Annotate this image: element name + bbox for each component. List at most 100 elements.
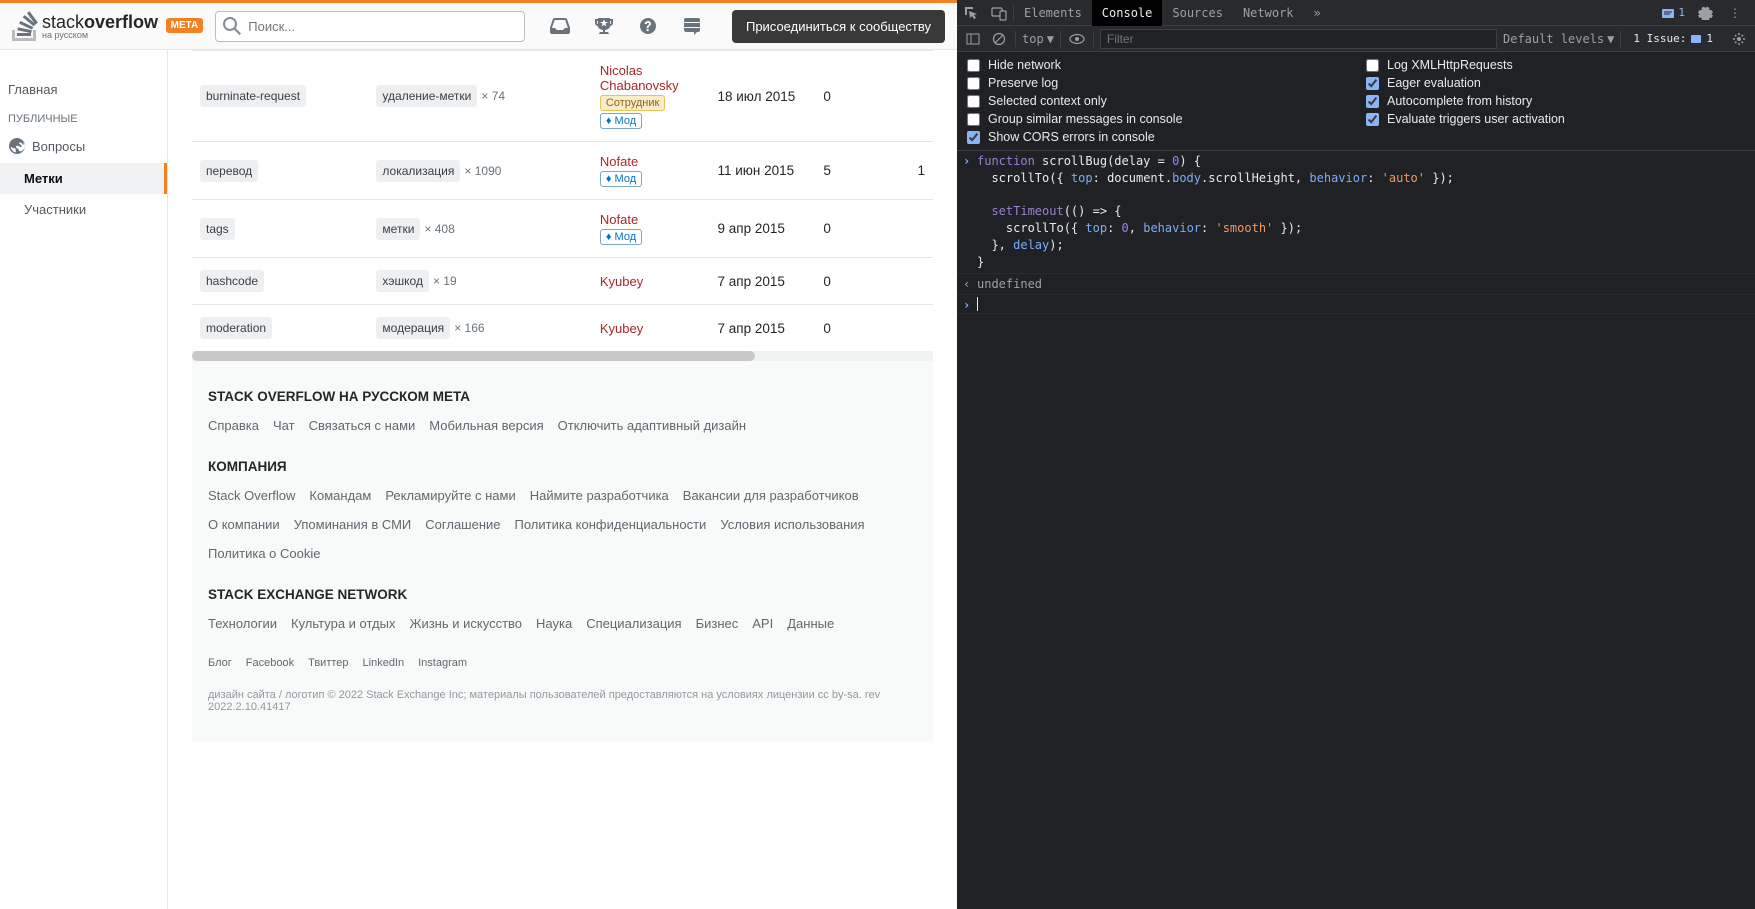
nav-home[interactable]: Главная	[0, 74, 167, 105]
user-link[interactable]: Nofate	[600, 154, 638, 169]
user-link[interactable]: Kyubey	[600, 274, 643, 289]
settings-gear-icon[interactable]	[1729, 29, 1749, 49]
context-select[interactable]: top ▼	[1022, 32, 1054, 46]
target-tag[interactable]: локализация	[376, 160, 460, 182]
footer-link[interactable]: Instagram	[418, 657, 467, 669]
issues-badge[interactable]: 1	[1657, 6, 1689, 20]
devtools-tab-network[interactable]: Network	[1233, 0, 1304, 26]
target-tag[interactable]: модерация	[376, 317, 450, 339]
source-tag[interactable]: перевод	[200, 160, 258, 182]
footer-link[interactable]: Мобильная версия	[429, 418, 543, 433]
setting-checkbox[interactable]: Log XMLHttpRequests	[1366, 58, 1745, 72]
sidebar-toggle-icon[interactable]	[963, 29, 983, 49]
setting-checkbox[interactable]: Selected context only	[967, 94, 1346, 108]
footer-link[interactable]: Рекламируйте с нами	[385, 488, 515, 503]
setting-checkbox[interactable]: Hide network	[967, 58, 1346, 72]
stackexchange-icon[interactable]	[672, 8, 712, 44]
setting-checkbox[interactable]: Show CORS errors in console	[967, 130, 1346, 144]
nav-users[interactable]: Участники	[0, 194, 167, 225]
footer-link[interactable]: Чат	[273, 418, 295, 433]
footer-link[interactable]: Политика конфиденциальности	[515, 517, 707, 532]
setting-checkbox[interactable]: Eager evaluation	[1366, 76, 1745, 90]
join-button[interactable]: Присоединиться к сообществу	[732, 10, 945, 43]
footer-link[interactable]: Специализация	[586, 616, 681, 631]
chevron-down-icon: ▼	[1047, 32, 1054, 46]
user-link[interactable]: Kyubey	[600, 321, 643, 336]
scrollbar-thumb[interactable]	[192, 351, 755, 361]
levels-select[interactable]: Default levels ▼	[1503, 32, 1614, 46]
footer-link[interactable]: Политика о Cookie	[208, 546, 320, 561]
live-expression-icon[interactable]	[1067, 29, 1087, 49]
setting-checkbox[interactable]: Autocomplete from history	[1366, 94, 1745, 108]
console-output[interactable]: function scrollBug(delay = 0) { scrollTo…	[957, 151, 1755, 909]
inbox-icon[interactable]	[540, 8, 580, 44]
footer-link[interactable]: Жизнь и искусство	[409, 616, 522, 631]
target-tag[interactable]: удаление-метки	[376, 85, 477, 107]
checkbox-input[interactable]	[967, 59, 980, 72]
footer-link[interactable]: Бизнес	[696, 616, 739, 631]
user-link[interactable]: Nicolas Chabanovsky	[600, 63, 679, 93]
table-row: tags метки× 408 Nofate♦ Мод 9 апр 2015 0	[192, 200, 933, 258]
devtools-tab-console[interactable]: Console	[1092, 0, 1163, 26]
source-tag[interactable]: moderation	[200, 317, 272, 339]
footer-link[interactable]: Упоминания в СМИ	[294, 517, 412, 532]
target-tag[interactable]: метки	[376, 218, 420, 240]
checkbox-input[interactable]	[967, 131, 980, 144]
footer-link[interactable]: LinkedIn	[363, 657, 405, 669]
footer-link[interactable]: Связаться с нами	[309, 418, 416, 433]
setting-checkbox[interactable]: Evaluate triggers user activation	[1366, 112, 1745, 126]
user-link[interactable]: Nofate	[600, 212, 638, 227]
footer-link[interactable]: Блог	[208, 657, 232, 669]
footer-link[interactable]: Facebook	[246, 657, 294, 669]
settings-icon[interactable]	[1691, 0, 1719, 26]
footer-link[interactable]: О компании	[208, 517, 280, 532]
inspect-icon[interactable]	[957, 0, 985, 26]
footer-link[interactable]: Командам	[309, 488, 371, 503]
help-icon[interactable]	[628, 8, 668, 44]
footer-link[interactable]: Технологии	[208, 616, 277, 631]
devtools-tab-elements[interactable]: Elements	[1014, 0, 1092, 26]
clear-console-icon[interactable]	[989, 29, 1009, 49]
checkbox-input[interactable]	[1366, 113, 1379, 126]
footer-link[interactable]: Наука	[536, 616, 572, 631]
footer-link[interactable]: Данные	[787, 616, 834, 631]
footer-link[interactable]: Условия использования	[720, 517, 864, 532]
achievements-icon[interactable]	[584, 8, 624, 44]
devtools-tab-sources[interactable]: Sources	[1162, 0, 1233, 26]
issues-indicator[interactable]: 1 Issue: 1	[1627, 32, 1719, 45]
footer-link[interactable]: API	[752, 616, 773, 631]
count-2	[886, 51, 933, 142]
checkbox-input[interactable]	[967, 113, 980, 126]
footer-link[interactable]: Вакансии для разработчиков	[683, 488, 859, 503]
footer-link[interactable]: Stack Overflow	[208, 488, 295, 503]
logo[interactable]: stackoverflow META на русском	[12, 11, 203, 41]
footer-link[interactable]: Наймите разработчика	[530, 488, 669, 503]
footer-link[interactable]: Соглашение	[425, 517, 500, 532]
setting-checkbox[interactable]: Group similar messages in console	[967, 112, 1346, 126]
devtools-more-tabs[interactable]: »	[1304, 0, 1331, 26]
filter-input[interactable]	[1100, 29, 1497, 49]
device-icon[interactable]	[985, 0, 1013, 26]
checkbox-input[interactable]	[1366, 59, 1379, 72]
horizontal-scrollbar[interactable]	[192, 351, 933, 361]
menu-icon[interactable]: ⋮	[1721, 0, 1749, 26]
search-input[interactable]	[215, 11, 525, 42]
nav-questions[interactable]: Вопросы	[0, 129, 167, 163]
logo-text-2: overflow	[84, 12, 158, 32]
source-tag[interactable]: hashcode	[200, 270, 264, 292]
footer-link[interactable]: Культура и отдых	[291, 616, 395, 631]
footer-link[interactable]: Твиттер	[308, 657, 348, 669]
console-prompt[interactable]	[957, 295, 1755, 314]
setting-checkbox[interactable]: Preserve log	[967, 76, 1346, 90]
checkbox-input[interactable]	[967, 77, 980, 90]
source-tag[interactable]: tags	[200, 218, 235, 240]
footer-link[interactable]: Справка	[208, 418, 259, 433]
checkbox-input[interactable]	[967, 95, 980, 108]
checkbox-input[interactable]	[1366, 77, 1379, 90]
nav-tags[interactable]: Метки	[0, 163, 167, 194]
footer-link[interactable]: Отключить адаптивный дизайн	[558, 418, 746, 433]
checkbox-input[interactable]	[1366, 95, 1379, 108]
footer-section-3-title: STACK EXCHANGE NETWORK	[208, 587, 917, 602]
target-tag[interactable]: хэшкод	[376, 270, 429, 292]
source-tag[interactable]: burninate-request	[200, 85, 306, 107]
